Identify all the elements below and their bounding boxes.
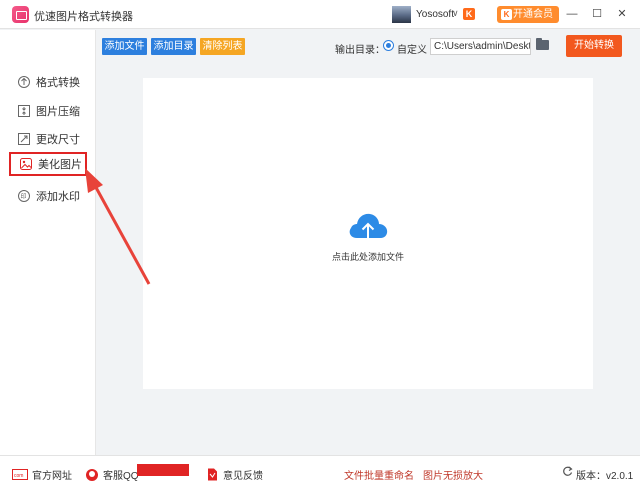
format-convert-icon: [18, 76, 30, 88]
sidebar-item-watermark[interactable]: 印 添加水印: [17, 187, 80, 205]
file-drop-area[interactable]: 点击此处添加文件: [143, 78, 593, 389]
sidebar-item-label: 更改尺寸: [36, 134, 80, 146]
sidebar-item-label: 添加水印: [36, 191, 80, 203]
sidebar-item-compress[interactable]: 图片压缩: [17, 102, 80, 120]
sidebar: 格式转换 图片压缩 更改尺寸 美化图片 印 添加水印: [0, 30, 96, 455]
chevron-down-icon[interactable]: ∨: [452, 8, 459, 19]
lossless-zoom-link[interactable]: 图片无损放大: [423, 467, 483, 482]
title-bar: 优速图片格式转换器 Yososoft ∨ K K 开通会员 — ☐ ✕: [0, 0, 640, 29]
refresh-icon[interactable]: [562, 466, 573, 477]
close-button[interactable]: ✕: [614, 6, 630, 22]
cloud-upload-icon[interactable]: [346, 208, 390, 244]
add-file-button[interactable]: 添加文件: [102, 38, 147, 55]
feedback-icon: [208, 468, 217, 481]
footer-feedback-link[interactable]: 意见反馈: [207, 467, 263, 482]
folder-browse-icon[interactable]: [536, 38, 549, 50]
username[interactable]: Yososoft: [416, 9, 454, 20]
sidebar-item-label: 美化图片: [38, 159, 82, 171]
sidebar-item-resize[interactable]: 更改尺寸: [17, 130, 80, 148]
svg-text:印: 印: [21, 194, 27, 201]
footer-qq-link[interactable]: 客服QQ: [85, 467, 139, 482]
svg-text:com: com: [14, 473, 23, 479]
output-path-input[interactable]: C:\Users\admin\Deskto: [430, 38, 531, 55]
sidebar-item-label: 格式转换: [36, 77, 80, 89]
feedback-label: 意见反馈: [223, 471, 263, 482]
version-label: 版本：v2.0.1: [576, 471, 634, 482]
sidebar-item-format-convert[interactable]: 格式转换: [17, 73, 80, 91]
batch-rename-link[interactable]: 文件批量重命名: [344, 467, 414, 482]
app-logo-icon: [12, 6, 29, 23]
watermark-icon: 印: [18, 190, 30, 202]
vip-badge-icon: K: [463, 8, 475, 20]
footer-bar: com 官方网址 客服QQ 意见反馈 文件批量重命名 图片无损放大 版本：v2.…: [0, 455, 640, 486]
custom-output-label[interactable]: 自定义: [397, 41, 427, 56]
beautify-icon: [20, 158, 32, 170]
qq-number-redacted: [137, 464, 189, 476]
custom-output-radio[interactable]: [383, 40, 394, 51]
open-vip-label: 开通会员: [513, 9, 553, 20]
compress-icon: [18, 105, 30, 117]
website-icon: com: [12, 469, 28, 480]
app-title: 优速图片格式转换器: [34, 11, 133, 23]
qq-label: 客服QQ: [103, 471, 139, 482]
website-label: 官方网址: [32, 471, 72, 482]
output-dir-label: 输出目录：: [335, 45, 385, 56]
open-vip-button[interactable]: K 开通会员: [497, 6, 559, 23]
minimize-button[interactable]: —: [564, 6, 580, 22]
start-convert-button[interactable]: 开始转换: [566, 35, 622, 57]
clear-list-button[interactable]: 清除列表: [200, 38, 245, 55]
sidebar-item-label: 图片压缩: [36, 106, 80, 118]
vip-k-icon: K: [501, 9, 512, 20]
qq-service-icon: [86, 468, 98, 481]
user-avatar[interactable]: [392, 6, 411, 23]
add-folder-button[interactable]: 添加目录: [151, 38, 196, 55]
drop-hint-text[interactable]: 点击此处添加文件: [143, 250, 593, 263]
sidebar-item-beautify[interactable]: 美化图片: [9, 152, 87, 176]
footer-website-link[interactable]: com 官方网址: [12, 467, 72, 482]
maximize-button[interactable]: ☐: [589, 6, 605, 22]
resize-icon: [18, 133, 30, 145]
